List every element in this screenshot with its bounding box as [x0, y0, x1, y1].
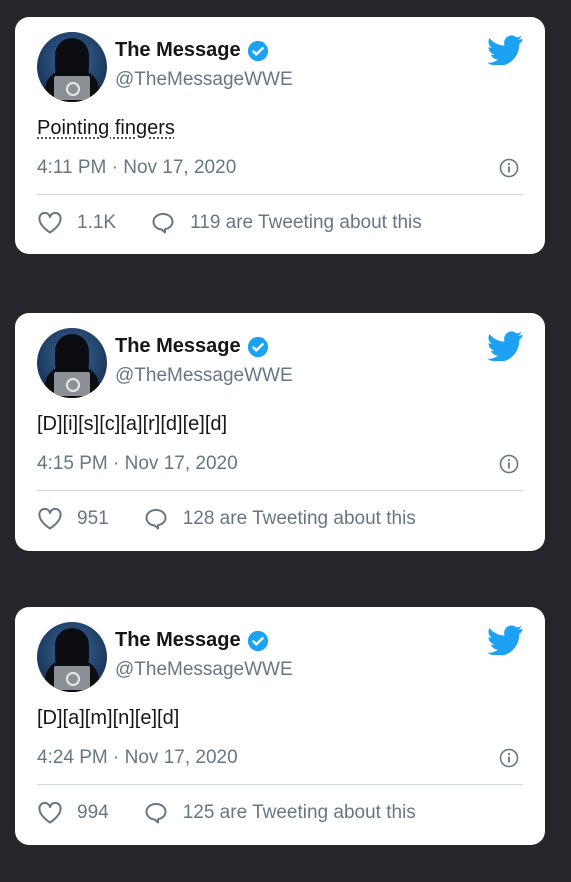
- divider: [37, 784, 523, 785]
- verified-badge-icon: [247, 40, 268, 61]
- twitter-bird-icon[interactable]: [487, 625, 523, 655]
- divider: [37, 490, 523, 491]
- heart-icon[interactable]: [37, 507, 63, 531]
- tweeting-about-text[interactable]: 119 are Tweeting about this: [190, 212, 422, 234]
- tweeting-about-text[interactable]: 125 are Tweeting about this: [183, 802, 416, 824]
- avatar[interactable]: [37, 622, 107, 692]
- tweet-text: [D][i][s][c][a][r][d][e][d]: [37, 413, 228, 435]
- divider: [37, 194, 523, 195]
- speech-bubble-icon: [152, 213, 174, 234]
- tweet-timestamp[interactable]: 4:15 PM · Nov 17, 2020: [37, 453, 238, 475]
- info-icon[interactable]: [499, 748, 519, 768]
- user-handle[interactable]: @TheMessageWWE: [115, 69, 293, 91]
- display-name[interactable]: The Message: [115, 335, 241, 358]
- like-count[interactable]: 994: [77, 802, 109, 824]
- user-handle[interactable]: @TheMessageWWE: [115, 659, 293, 681]
- tweet-timestamp[interactable]: 4:24 PM · Nov 17, 2020: [37, 747, 238, 769]
- display-name[interactable]: The Message: [115, 629, 241, 652]
- tweet-timestamp[interactable]: 4:11 PM · Nov 17, 2020: [37, 157, 236, 179]
- user-handle[interactable]: @TheMessageWWE: [115, 365, 293, 387]
- tweet-text: [D][a][m][n][e][d]: [37, 707, 180, 729]
- display-name[interactable]: The Message: [115, 39, 241, 62]
- avatar[interactable]: [37, 328, 107, 398]
- tweet-card[interactable]: The Message @TheMessageWWE Pointing fing…: [15, 17, 545, 254]
- like-count[interactable]: 951: [77, 508, 109, 530]
- tweeting-about-text[interactable]: 128 are Tweeting about this: [183, 508, 416, 530]
- conversation-link[interactable]: 125 are Tweeting about this: [143, 801, 416, 825]
- twitter-bird-icon[interactable]: [487, 35, 523, 65]
- heart-icon[interactable]: [37, 211, 63, 235]
- conversation-link[interactable]: 128 are Tweeting about this: [143, 507, 416, 531]
- speech-bubble-icon: [145, 803, 167, 824]
- tweet-card[interactable]: The Message @TheMessageWWE [D][a][m][n][…: [15, 607, 545, 845]
- twitter-bird-icon[interactable]: [487, 331, 523, 361]
- info-icon[interactable]: [499, 454, 519, 474]
- verified-badge-icon: [247, 336, 268, 357]
- heart-icon[interactable]: [37, 801, 63, 825]
- like-count[interactable]: 1.1K: [77, 212, 116, 234]
- conversation-link[interactable]: 119 are Tweeting about this: [150, 211, 422, 235]
- tweet-text: Pointing fingers: [37, 117, 175, 139]
- info-icon[interactable]: [499, 158, 519, 178]
- verified-badge-icon: [247, 630, 268, 651]
- speech-bubble-icon: [145, 509, 167, 530]
- tweet-card[interactable]: The Message @TheMessageWWE [D][i][s][c][…: [15, 313, 545, 551]
- avatar[interactable]: [37, 32, 107, 102]
